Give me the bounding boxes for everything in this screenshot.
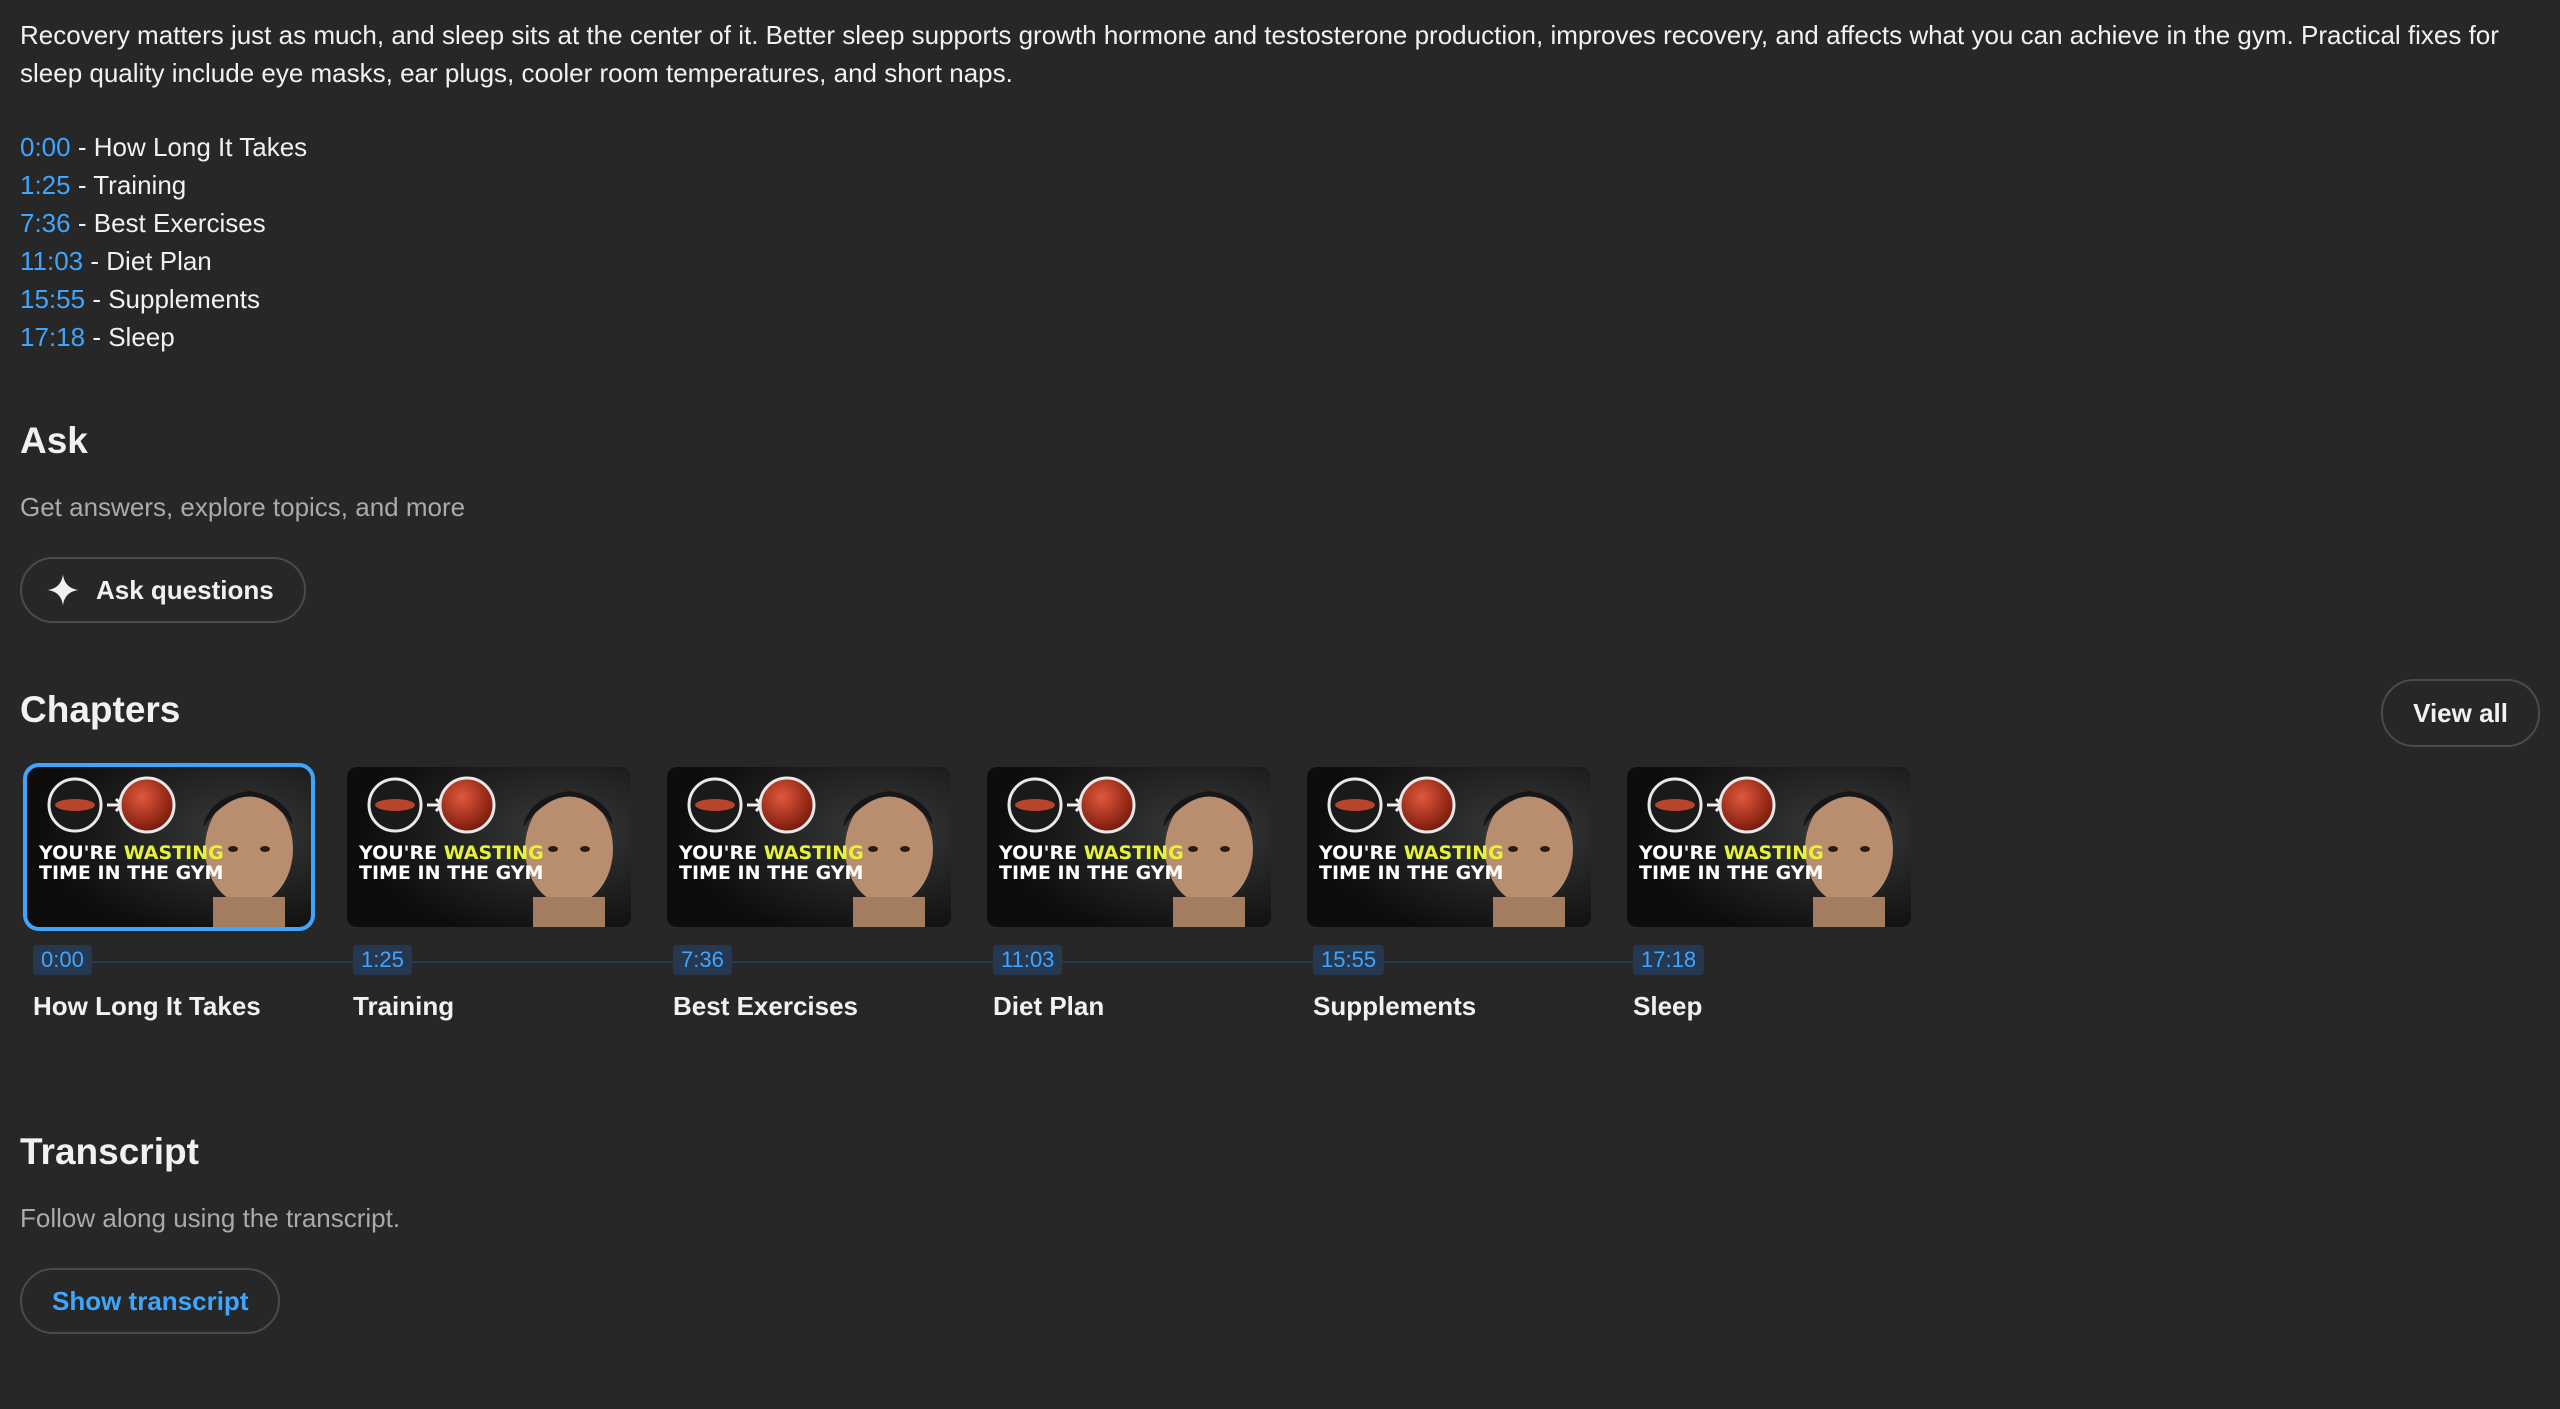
chapters-carousel: YOU'RE WASTING TIME IN THE GYM 0:00 How Lon… [20,763,2540,1047]
thumbnail-caption: YOU'RE WASTING [998,842,1184,864]
timestamp-row: 17:18 - Sleep [20,318,2540,356]
video-description-panel: Recovery matters just as much, and sleep… [0,0,2560,1409]
show-transcript-button[interactable]: Show transcript [20,1268,281,1334]
chapter-time-badge: 17:18 [1633,945,1705,975]
timestamp-row: 11:03 - Diet Plan [20,242,2540,280]
timestamp-separator: - [77,132,94,162]
chapters-header: Chapters View all [20,679,2540,753]
chapter-title: How Long It Takes [33,991,261,1021]
timestamp-link[interactable]: 17:18 [20,322,85,352]
chapter-thumbnail: YOU'RE WASTING TIME IN THE GYM [1627,767,1911,927]
thumbnail-caption: YOU'RE WASTING [38,842,224,864]
timestamp-row: 1:25 - Training [20,166,2540,204]
chapter-card[interactable]: YOU'RE WASTING TIME IN THE GYM 15:55 Supple… [1307,767,1591,1021]
transcript-section-title: Transcript [20,1131,199,1172]
thumbnail-caption: YOU'RE WASTING [358,842,544,864]
timestamp-label: How Long It Takes [93,132,308,162]
timestamp-link[interactable]: 1:25 [20,170,71,200]
timestamp-separator: - [92,284,109,314]
chapter-time-badge: 0:00 [33,945,92,975]
timestamp-label: Diet Plan [106,246,212,276]
timestamp-label: Training [93,170,187,200]
ask-section-subtitle: Get answers, explore topics, and more [20,492,466,522]
thumbnail-caption: TIME IN THE GYM [39,862,223,884]
timestamp-label: Best Exercises [93,208,266,238]
thumbnail-caption: TIME IN THE GYM [359,862,543,884]
chapter-thumbnail: YOU'RE WASTING TIME IN THE GYM [23,763,315,931]
timestamp-link[interactable]: 11:03 [20,246,83,276]
view-all-label: View all [2413,697,2508,728]
timestamp-link[interactable]: 15:55 [20,284,85,314]
chapter-title: Best Exercises [673,991,859,1021]
timestamp-link[interactable]: 0:00 [20,132,71,162]
chapter-time-badge: 15:55 [1313,945,1385,975]
thumbnail-caption: TIME IN THE GYM [679,862,863,884]
chapter-thumbnail: YOU'RE WASTING TIME IN THE GYM [1307,767,1591,927]
timestamp-separator: - [90,246,107,276]
chapter-title: Training [353,991,455,1021]
chapter-title: Sleep [1633,991,1703,1021]
timestamp-list: 0:00 - How Long It Takes 1:25 - Training… [20,128,2540,356]
chapter-card[interactable]: YOU'RE WASTING TIME IN THE GYM 7:36 Best Ex… [667,767,951,1021]
thumbnail-caption: YOU'RE WASTING [678,842,864,864]
ask-section-title: Ask [20,420,88,461]
timestamp-row: 0:00 - How Long It Takes [20,128,2540,166]
chapter-card[interactable]: YOU'RE WASTING TIME IN THE GYM 1:25 Trainin… [347,767,631,1021]
chapter-thumbnail: YOU'RE WASTING TIME IN THE GYM [347,767,631,927]
chapter-title: Diet Plan [993,991,1105,1021]
chapter-thumbnail: YOU'RE WASTING TIME IN THE GYM [667,767,951,927]
timestamp-label: Supplements [108,284,260,314]
thumbnail-caption: TIME IN THE GYM [1639,862,1823,884]
chapter-title: Supplements [1313,991,1477,1021]
thumbnail-caption: YOU'RE WASTING [1318,842,1504,864]
view-all-chapters-button[interactable]: View all [2381,679,2540,747]
chapter-time-badge: 7:36 [673,945,732,975]
chapter-timeline [40,961,1680,963]
timestamp-row: 7:36 - Best Exercises [20,204,2540,242]
timestamp-label: Sleep [108,322,175,352]
timestamp-link[interactable]: 7:36 [20,208,71,238]
chapter-time-badge: 1:25 [353,945,412,975]
chapter-time-badge: 11:03 [993,945,1063,975]
timestamp-separator: - [77,208,94,238]
transcript-section-subtitle: Follow along using the transcript. [20,1203,401,1233]
chapter-card[interactable]: YOU'RE WASTING TIME IN THE GYM 17:18 Sleep [1627,767,1911,1021]
ask-questions-button[interactable]: Ask questions [20,557,306,623]
thumbnail-caption: TIME IN THE GYM [1319,862,1503,884]
timestamp-row: 15:55 - Supplements [20,280,2540,318]
ask-questions-label: Ask questions [96,574,274,605]
description-text: Recovery matters just as much, and sleep… [20,20,2499,88]
timestamp-separator: - [77,170,94,200]
chapters-section-title: Chapters [20,689,181,730]
chapter-thumbnail: YOU'RE WASTING TIME IN THE GYM [987,767,1271,927]
show-transcript-label: Show transcript [52,1285,249,1316]
timestamp-separator: - [92,322,109,352]
chapter-card[interactable]: YOU'RE WASTING TIME IN THE GYM 0:00 How Lon… [23,763,315,1021]
sparkle-icon [47,574,79,606]
chapter-card[interactable]: YOU'RE WASTING TIME IN THE GYM 11:03 Diet P… [987,767,1271,1021]
thumbnail-caption: YOU'RE WASTING [1638,842,1824,864]
thumbnail-caption: TIME IN THE GYM [999,862,1183,884]
